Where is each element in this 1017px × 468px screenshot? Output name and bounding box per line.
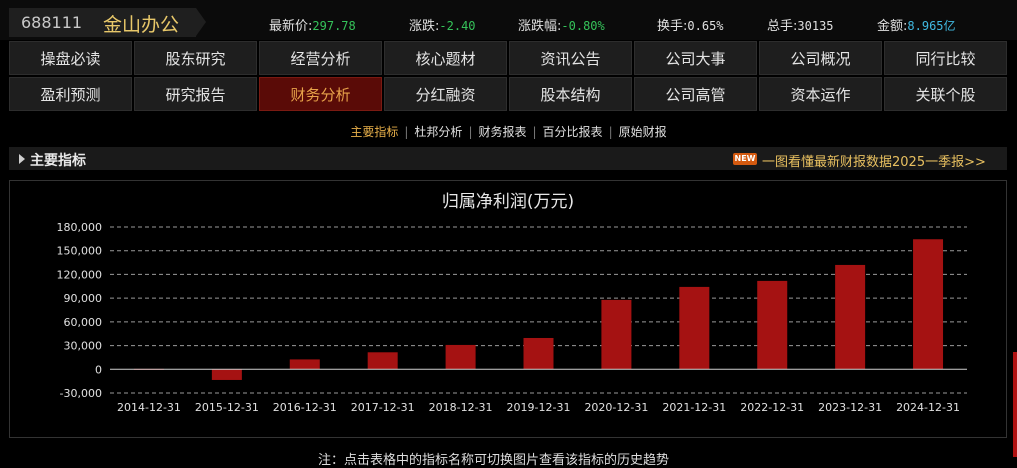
y-tick-label: 150,000 <box>57 245 103 258</box>
subnav-divider: | <box>468 125 473 139</box>
x-tick-label: 2019-12-31 <box>507 401 571 414</box>
quote-value: -2.40 <box>439 19 476 33</box>
x-tick-label: 2015-12-31 <box>195 401 259 414</box>
quote-item: 涨跌:-2.40 <box>409 15 476 34</box>
tab-item[interactable]: 公司高管 <box>634 77 757 111</box>
bar <box>523 337 554 370</box>
tab-item[interactable]: 公司概况 <box>759 41 882 75</box>
quote-item: 金额:8.965亿 <box>877 15 956 34</box>
subnav-link[interactable]: 主要指标 <box>350 123 398 140</box>
quote-value: 8.965亿 <box>907 19 956 33</box>
tab-item[interactable]: 经营分析 <box>259 41 382 75</box>
y-tick-label: 30,000 <box>64 340 103 353</box>
bar <box>367 352 398 370</box>
quote-value: 0.65% <box>687 19 724 33</box>
tab-item[interactable]: 股东研究 <box>134 41 257 75</box>
quote-value: 297.78 <box>312 19 356 33</box>
tab-item[interactable]: 操盘必读 <box>9 41 132 75</box>
x-tick-label: 2014-12-31 <box>117 401 181 414</box>
x-tick-label: 2017-12-31 <box>351 401 415 414</box>
quote-label: 最新价: <box>269 19 313 34</box>
quote-label: 总手: <box>767 19 798 34</box>
tab-item[interactable]: 核心题材 <box>384 41 507 75</box>
bar <box>211 369 242 380</box>
bar <box>679 286 710 370</box>
quote-label: 涨跌: <box>409 19 440 34</box>
stock-name: 金山办公 <box>103 14 180 36</box>
tab-item[interactable]: 公司大事 <box>634 41 757 75</box>
footnote: 注：点击表格中的指标名称可切换图片查看该指标的历史趋势 <box>318 453 670 468</box>
quote-value: 30135 <box>797 19 834 33</box>
bar <box>289 359 320 370</box>
y-tick-label: 0 <box>95 363 102 376</box>
bar <box>757 280 788 370</box>
tab-item[interactable]: 关联个股 <box>884 77 1007 111</box>
y-tick-label: 60,000 <box>64 316 103 329</box>
x-tick-label: 2016-12-31 <box>273 401 337 414</box>
subnav-link[interactable]: 杜邦分析 <box>414 123 462 140</box>
y-tick-label: 120,000 <box>57 268 103 281</box>
net-profit-chart: 归属净利润(万元) 180,000 150,000 120,000 90,000 60,0… <box>57 192 967 414</box>
x-tick-label: 2024-12-31 <box>896 401 960 414</box>
quote-item: 最新价:297.78 <box>269 15 356 34</box>
chart-panel: 归属净利润(万元) 180,000 150,000 120,000 90,000 60,0… <box>9 180 1007 438</box>
section-title: 主要指标 <box>30 153 86 169</box>
quote-item: 涨跌幅:-0.80% <box>518 15 605 34</box>
chart-title: 归属净利润(万元) <box>442 192 574 212</box>
tab-item[interactable]: 资本运作 <box>759 77 882 111</box>
subnav-divider: | <box>404 125 409 139</box>
quote-header: 688111 金山办公 最新价:297.78 涨跌:-2.40 涨跌幅:-0.80%… <box>0 0 1017 40</box>
report-promo-link[interactable]: 一图看懂最新财报数据2025一季报>> <box>762 151 986 170</box>
subnav-link[interactable]: 百分比报表 <box>543 123 603 140</box>
tab-item[interactable]: 股本结构 <box>509 77 632 111</box>
y-tick-label: 180,000 <box>57 221 103 234</box>
quote-item: 换手:0.65% <box>657 15 724 34</box>
x-tick-label: 2021-12-31 <box>662 401 726 414</box>
bar <box>601 299 632 370</box>
tab-item[interactable]: 分红融资 <box>384 77 507 111</box>
stock-code: 688111 <box>21 13 83 32</box>
y-tick-label: -30,000 <box>60 387 102 400</box>
y-tick-label: 90,000 <box>64 292 103 305</box>
tab-item[interactable]: 研究报告 <box>134 77 257 111</box>
subnav-divider: | <box>608 125 613 139</box>
quote-label: 换手: <box>657 19 688 34</box>
sub-nav: 主要指标 | 杜邦分析 | 财务报表 | 百分比报表 | 原始财报 <box>0 123 1017 140</box>
tab-item[interactable]: 盈利预测 <box>9 77 132 111</box>
x-tick-label: 2023-12-31 <box>818 401 882 414</box>
tab-item[interactable]: 资讯公告 <box>509 41 632 75</box>
scroll-marker[interactable] <box>1013 352 1017 457</box>
x-tick-label: 2018-12-31 <box>429 401 493 414</box>
subnav-link[interactable]: 财务报表 <box>478 123 526 140</box>
bar <box>445 344 476 370</box>
tab-item[interactable]: 同行比较 <box>884 41 1007 75</box>
quote-value: -0.80% <box>561 19 605 33</box>
expand-arrow-icon[interactable] <box>19 154 25 164</box>
quote-label: 金额: <box>877 19 908 34</box>
subnav-divider: | <box>532 125 537 139</box>
quote-label: 涨跌幅: <box>518 19 562 34</box>
bar <box>913 239 944 370</box>
subnav-link[interactable]: 原始财报 <box>619 123 667 140</box>
tab-item[interactable]: 财务分析 <box>259 77 382 111</box>
bar <box>835 264 866 370</box>
quote-item: 总手:30135 <box>767 15 834 34</box>
x-tick-label: 2020-12-31 <box>584 401 648 414</box>
new-badge: NEW <box>733 153 757 165</box>
x-tick-label: 2022-12-31 <box>740 401 804 414</box>
